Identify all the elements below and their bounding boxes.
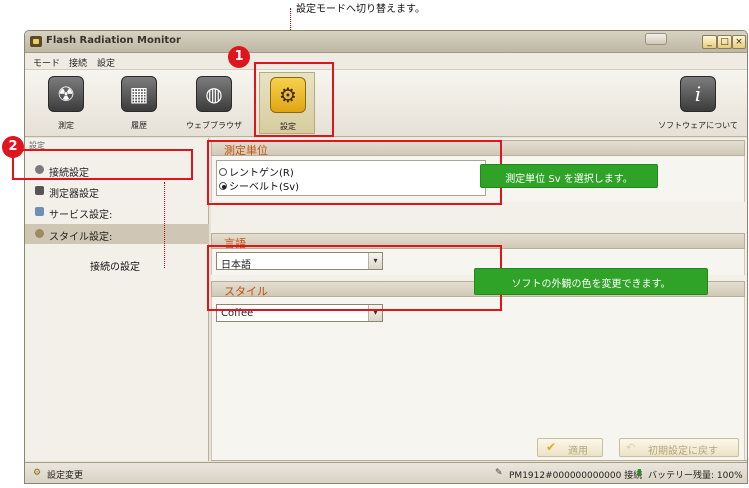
status-battery: バッテリー残量: 100% bbox=[648, 471, 743, 481]
divider bbox=[211, 460, 747, 461]
window-title: Flash Radiation Monitor bbox=[46, 35, 181, 46]
sidebar: 設定 接続設定 測定器設定 サービス設定: スタイル設定: bbox=[25, 138, 209, 461]
plug-icon: ✎ bbox=[495, 468, 503, 478]
apply-button[interactable]: ✔ 適用 bbox=[537, 438, 603, 457]
chart-icon: ▦ bbox=[121, 76, 157, 112]
tool-measure-label: 測定 bbox=[58, 121, 74, 130]
close-button[interactable]: × bbox=[732, 35, 746, 49]
annotation-style-note-text: ソフトの外観の色を変更できます。 bbox=[511, 279, 671, 290]
tool-measure[interactable]: ☢ 測定 bbox=[38, 72, 94, 134]
sidebar-item-device[interactable]: 測定器設定 bbox=[25, 181, 209, 201]
reset-button[interactable]: ↶ 初期設定に戻す bbox=[619, 438, 739, 457]
apply-button-label: 適用 bbox=[568, 446, 588, 457]
tool-about-label: ソフトウェアについて bbox=[658, 121, 738, 130]
status-bar: ⚙ 設定変更 ✎ PM1912#000000000000 接続 ▮ バッテリー残… bbox=[25, 462, 747, 483]
status-device: PM1912#000000000000 接続 bbox=[509, 471, 643, 481]
radiation-icon: ☢ bbox=[48, 76, 84, 112]
reset-button-label: 初期設定に戻す bbox=[648, 446, 718, 457]
toolbar: ☢ 測定 ▦ 履歴 ◍ ウェブブラウザ ⚙ 設定 i ソフトウェアについて bbox=[25, 70, 747, 137]
sidebar-item-style[interactable]: スタイル設定: bbox=[25, 224, 209, 244]
style-icon bbox=[35, 229, 44, 238]
maximize-button[interactable]: □ bbox=[717, 35, 732, 49]
annotation-style-note: ソフトの外観の色を変更できます。 bbox=[474, 268, 708, 295]
annotation-connection-note: 接続の設定 bbox=[90, 262, 140, 273]
battery-icon: ▮ bbox=[637, 468, 642, 478]
callout-box-connection bbox=[12, 149, 193, 180]
restore-icon[interactable] bbox=[645, 33, 667, 45]
callout-box-settings bbox=[254, 62, 334, 137]
callout-number-2: 2 bbox=[2, 136, 24, 158]
tool-history[interactable]: ▦ 履歴 bbox=[111, 72, 167, 134]
title-bar: Flash Radiation Monitor _ □ × bbox=[25, 31, 747, 53]
sidebar-item-label: スタイル設定: bbox=[49, 232, 113, 243]
tool-history-label: 履歴 bbox=[131, 121, 147, 130]
annotation-top-note: 設定モードへ切り替えます。 bbox=[296, 4, 425, 15]
check-icon: ✔ bbox=[546, 440, 557, 454]
menu-settings[interactable]: 設定 bbox=[97, 56, 115, 69]
status-left-text: 設定変更 bbox=[47, 471, 84, 481]
settings-small-icon: ⚙ bbox=[33, 468, 42, 478]
section-style-body: Coffee ▾ bbox=[211, 297, 745, 461]
annotation-dotted-line-2 bbox=[164, 182, 165, 268]
app-icon bbox=[30, 36, 42, 47]
sidebar-item-label: 測定器設定 bbox=[49, 189, 99, 200]
tool-browser-label: ウェブブラウザ bbox=[186, 121, 242, 130]
menu-connection[interactable]: 接続 bbox=[69, 56, 87, 69]
undo-icon: ↶ bbox=[626, 441, 636, 454]
service-icon bbox=[35, 207, 44, 216]
tool-about[interactable]: i ソフトウェアについて bbox=[658, 72, 738, 134]
tool-browser[interactable]: ◍ ウェブブラウザ bbox=[186, 72, 242, 134]
minimize-button[interactable]: _ bbox=[702, 35, 717, 49]
annotation-unit-note-text: 測定単位 Sv を選択します。 bbox=[505, 174, 633, 185]
callout-box-unit bbox=[207, 140, 502, 205]
callout-number-1: 1 bbox=[228, 46, 250, 68]
sidebar-item-service[interactable]: サービス設定: bbox=[25, 202, 209, 222]
annotation-unit-note: 測定単位 Sv を選択します。 bbox=[480, 164, 658, 188]
callout-box-style bbox=[207, 245, 502, 311]
info-icon: i bbox=[680, 76, 716, 112]
menu-mode[interactable]: モード bbox=[33, 56, 60, 69]
sidebar-item-label: サービス設定: bbox=[49, 210, 113, 221]
menu-bar: モード 接続 設定 bbox=[25, 53, 747, 70]
device-icon bbox=[35, 186, 44, 195]
globe-icon: ◍ bbox=[196, 76, 232, 112]
